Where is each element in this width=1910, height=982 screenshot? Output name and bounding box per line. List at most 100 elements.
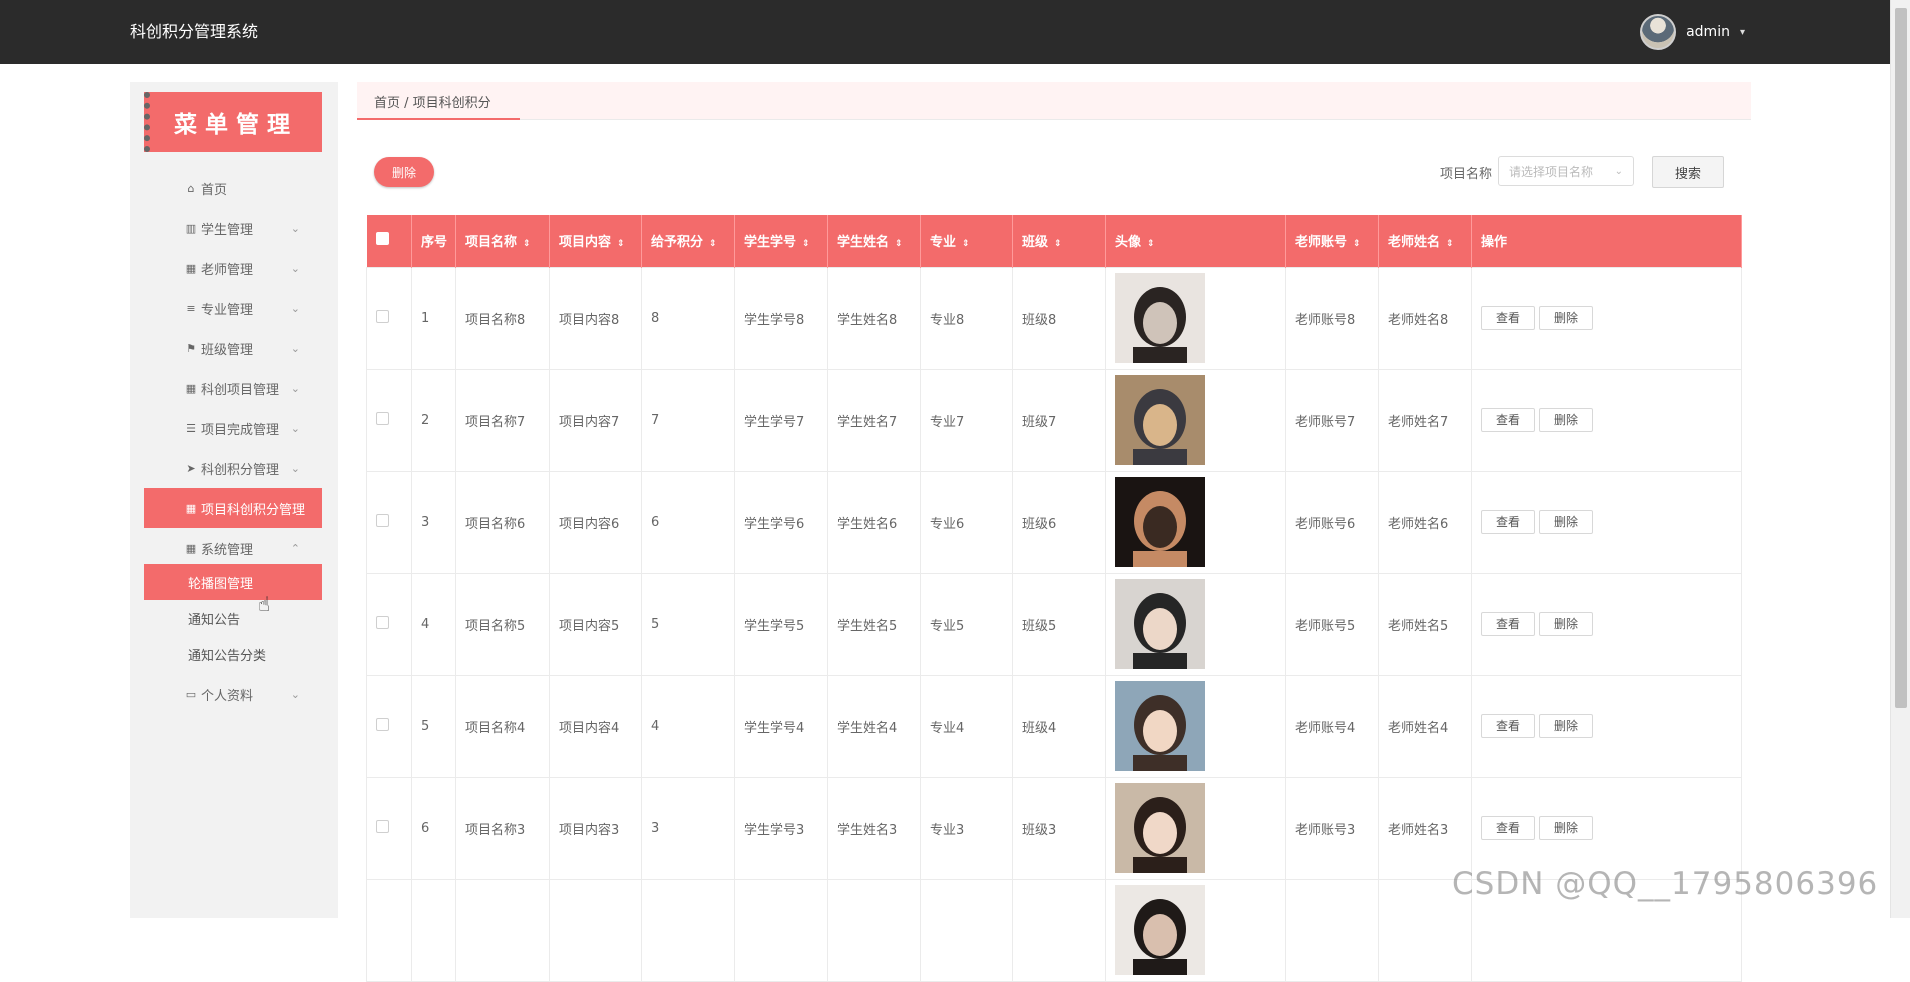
row-select-cell[interactable]: [366, 266, 412, 370]
row-checkbox[interactable]: [376, 309, 389, 323]
table-cell: [549, 878, 642, 982]
student-photo[interactable]: [1115, 681, 1205, 771]
student-photo[interactable]: [1115, 885, 1205, 975]
row-checkbox[interactable]: [376, 615, 389, 629]
sort-icon[interactable]: ⇕: [617, 239, 625, 249]
row-select-cell[interactable]: [366, 470, 412, 574]
delete-button[interactable]: 删除: [1539, 510, 1593, 534]
row-select-cell[interactable]: [366, 572, 412, 676]
table-header-row: 序号 项目名称 ⇕ 项目内容 ⇕ 给予积分 ⇕ 学生学号 ⇕ 学生姓名 ⇕ 专业 ⇕ 班级 ⇕ 头像 ⇕ 老师账号…: [366, 215, 1742, 267]
sort-icon[interactable]: ⇕: [709, 239, 717, 249]
delete-button[interactable]: 删除: [1539, 714, 1593, 738]
sidebar-item-label: 系统管理: [201, 542, 254, 558]
student-photo[interactable]: [1115, 579, 1205, 669]
delete-button[interactable]: 删除: [1539, 816, 1593, 840]
column-header[interactable]: 老师账号 ⇕: [1285, 215, 1379, 267]
column-header-label: 操作: [1481, 235, 1508, 251]
user-name[interactable]: admin: [1686, 24, 1730, 40]
sidebar-item[interactable]: ▦ 项目科创积分管理: [144, 488, 322, 528]
table-cell: 学生学号4: [734, 674, 828, 778]
app-title: 科创积分管理系统: [130, 22, 259, 41]
column-header[interactable]: 专业 ⇕: [920, 215, 1013, 267]
student-photo[interactable]: [1115, 375, 1205, 465]
avatar[interactable]: [1640, 14, 1677, 50]
scrollbar-thumb[interactable]: [1895, 8, 1907, 708]
view-button[interactable]: 查看: [1481, 510, 1535, 534]
column-header[interactable]: 项目名称 ⇕: [455, 215, 550, 267]
table-cell: 班级7: [1012, 368, 1106, 472]
row-checkbox[interactable]: [376, 819, 389, 833]
sidebar-item-profile[interactable]: ▭ 个人资料 ⌄: [144, 674, 322, 714]
view-button[interactable]: 查看: [1481, 816, 1535, 840]
column-header[interactable]: 学生姓名 ⇕: [827, 215, 921, 267]
row-select-cell[interactable]: [366, 368, 412, 472]
view-button[interactable]: 查看: [1481, 714, 1535, 738]
select-all-cell[interactable]: [366, 215, 412, 267]
view-button[interactable]: 查看: [1481, 408, 1535, 432]
sidebar-item-label: 班级管理: [201, 342, 254, 358]
scrollbar[interactable]: [1890, 0, 1910, 918]
actions-cell: 查看 删除: [1471, 674, 1742, 778]
send-icon: ➤: [186, 461, 196, 475]
view-button[interactable]: 查看: [1481, 306, 1535, 330]
sidebar-item[interactable]: ▦ 老师管理 ⌄: [144, 248, 322, 288]
sidebar-subitem[interactable]: 轮播图管理: [144, 564, 322, 600]
delete-button[interactable]: 删除: [1539, 408, 1593, 432]
student-photo[interactable]: [1115, 783, 1205, 873]
sidebar-item[interactable]: ▥ 学生管理 ⌄: [144, 208, 322, 248]
sidebar-item[interactable]: ▦ 系统管理 ⌃: [144, 528, 322, 568]
sidebar-item[interactable]: ☰ 项目完成管理 ⌄: [144, 408, 322, 448]
sidebar-item[interactable]: ⌂ 首页: [144, 168, 322, 208]
row-checkbox[interactable]: [376, 411, 389, 425]
sort-icon[interactable]: ⇕: [1054, 239, 1062, 249]
batch-delete-button[interactable]: 删除: [374, 157, 434, 187]
breadcrumb[interactable]: 首页 / 项目科创积分: [374, 92, 491, 111]
caret-down-icon[interactable]: ▾: [1740, 27, 1745, 38]
column-header[interactable]: 项目内容 ⇕: [549, 215, 642, 267]
sidebar-item-label: 首页: [201, 182, 228, 198]
sort-icon[interactable]: ⇕: [1147, 239, 1155, 249]
column-header[interactable]: 老师姓名 ⇕: [1378, 215, 1472, 267]
sidebar-item[interactable]: ≡ 专业管理 ⌄: [144, 288, 322, 328]
column-header[interactable]: 头像 ⇕: [1105, 215, 1286, 267]
sidebar-item[interactable]: ▦ 科创项目管理 ⌄: [144, 368, 322, 408]
delete-button[interactable]: 删除: [1539, 306, 1593, 330]
column-header[interactable]: 给予积分 ⇕: [641, 215, 735, 267]
row-select-cell[interactable]: [366, 674, 412, 778]
sort-icon[interactable]: ⇕: [1353, 239, 1361, 249]
select-all-checkbox[interactable]: [375, 232, 389, 246]
sidebar-item[interactable]: ⚑ 班级管理 ⌄: [144, 328, 322, 368]
search-button[interactable]: 搜索: [1652, 156, 1724, 188]
sidebar-item-label: 老师管理: [201, 262, 254, 278]
sort-icon[interactable]: ⇕: [962, 239, 970, 249]
sort-icon[interactable]: ⇕: [523, 239, 531, 249]
sort-icon[interactable]: ⇕: [895, 239, 903, 249]
row-select-cell[interactable]: [366, 878, 412, 982]
row-checkbox[interactable]: [376, 513, 389, 527]
sidebar-item[interactable]: ➤ 科创积分管理 ⌄: [144, 448, 322, 488]
column-header[interactable]: 班级 ⇕: [1012, 215, 1106, 267]
sidebar-subitem[interactable]: 通知公告: [144, 600, 322, 636]
project-name-select[interactable]: 请选择项目名称 ⌄: [1498, 156, 1634, 186]
sort-icon[interactable]: ⇕: [1446, 239, 1454, 249]
row-checkbox[interactable]: [376, 717, 389, 731]
sidebar-item-label: 科创积分管理: [201, 462, 280, 478]
table-cell: 学生姓名3: [827, 776, 921, 880]
search-label: 项目名称: [1440, 167, 1493, 182]
table-cell: 学生学号7: [734, 368, 828, 472]
row-select-cell[interactable]: [366, 776, 412, 880]
student-photo[interactable]: [1115, 477, 1205, 567]
table-cell: 7: [641, 368, 735, 472]
column-header-label: 项目名称: [465, 235, 518, 251]
sort-icon[interactable]: ⇕: [802, 239, 810, 249]
column-header[interactable]: 学生学号 ⇕: [734, 215, 828, 267]
student-photo[interactable]: [1115, 273, 1205, 363]
table-cell: 8: [641, 266, 735, 370]
table-cell: 项目名称7: [455, 368, 550, 472]
table-cell: [1012, 878, 1106, 982]
table-cell: 老师姓名3: [1378, 776, 1472, 880]
sidebar-subitem[interactable]: 通知公告分类: [144, 636, 322, 672]
delete-button[interactable]: 删除: [1539, 612, 1593, 636]
user-menu[interactable]: admin ▾: [1640, 14, 1745, 50]
view-button[interactable]: 查看: [1481, 612, 1535, 636]
